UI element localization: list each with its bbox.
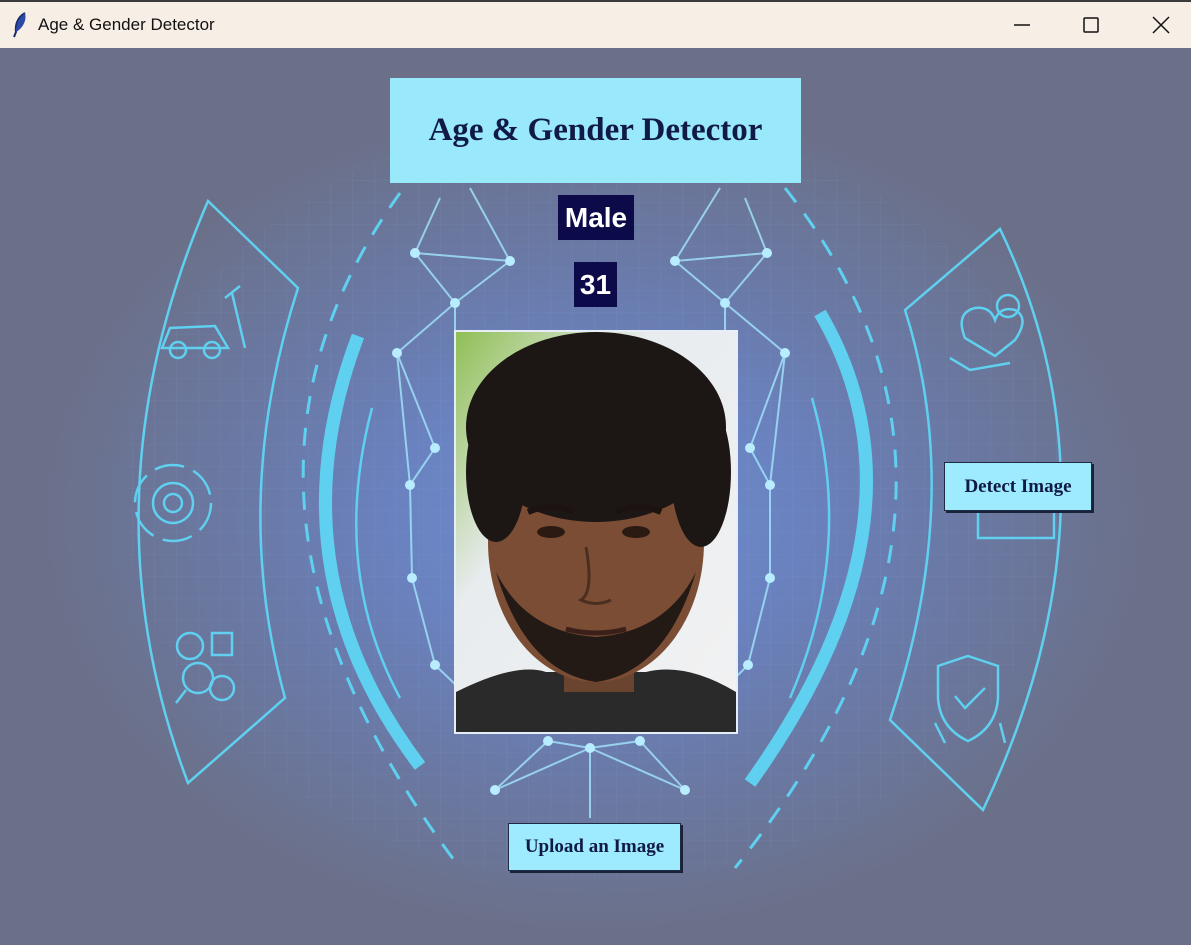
feather-icon bbox=[13, 12, 26, 38]
upload-image-button[interactable]: Upload an Image bbox=[508, 823, 681, 871]
app-window: Age & Gender Detector Age & Gender Detec… bbox=[0, 0, 1191, 945]
portrait-image bbox=[456, 332, 736, 732]
close-button[interactable] bbox=[1126, 2, 1191, 48]
minimize-icon bbox=[1014, 24, 1030, 26]
gender-label: Male bbox=[558, 195, 634, 240]
close-icon bbox=[1152, 16, 1170, 34]
minimize-button[interactable] bbox=[987, 2, 1057, 48]
detect-image-button[interactable]: Detect Image bbox=[944, 462, 1092, 511]
age-label: 31 bbox=[574, 262, 617, 307]
maximize-button[interactable] bbox=[1056, 2, 1126, 48]
title-bar[interactable]: Age & Gender Detector bbox=[0, 0, 1191, 48]
main-canvas: Age & Gender Detector Male 31 Detect Ima… bbox=[0, 48, 1191, 945]
app-header: Age & Gender Detector bbox=[390, 78, 801, 183]
maximize-icon bbox=[1083, 17, 1099, 33]
page-title: Age & Gender Detector bbox=[428, 112, 763, 148]
uploaded-photo bbox=[454, 330, 738, 734]
window-title: Age & Gender Detector bbox=[38, 15, 215, 34]
